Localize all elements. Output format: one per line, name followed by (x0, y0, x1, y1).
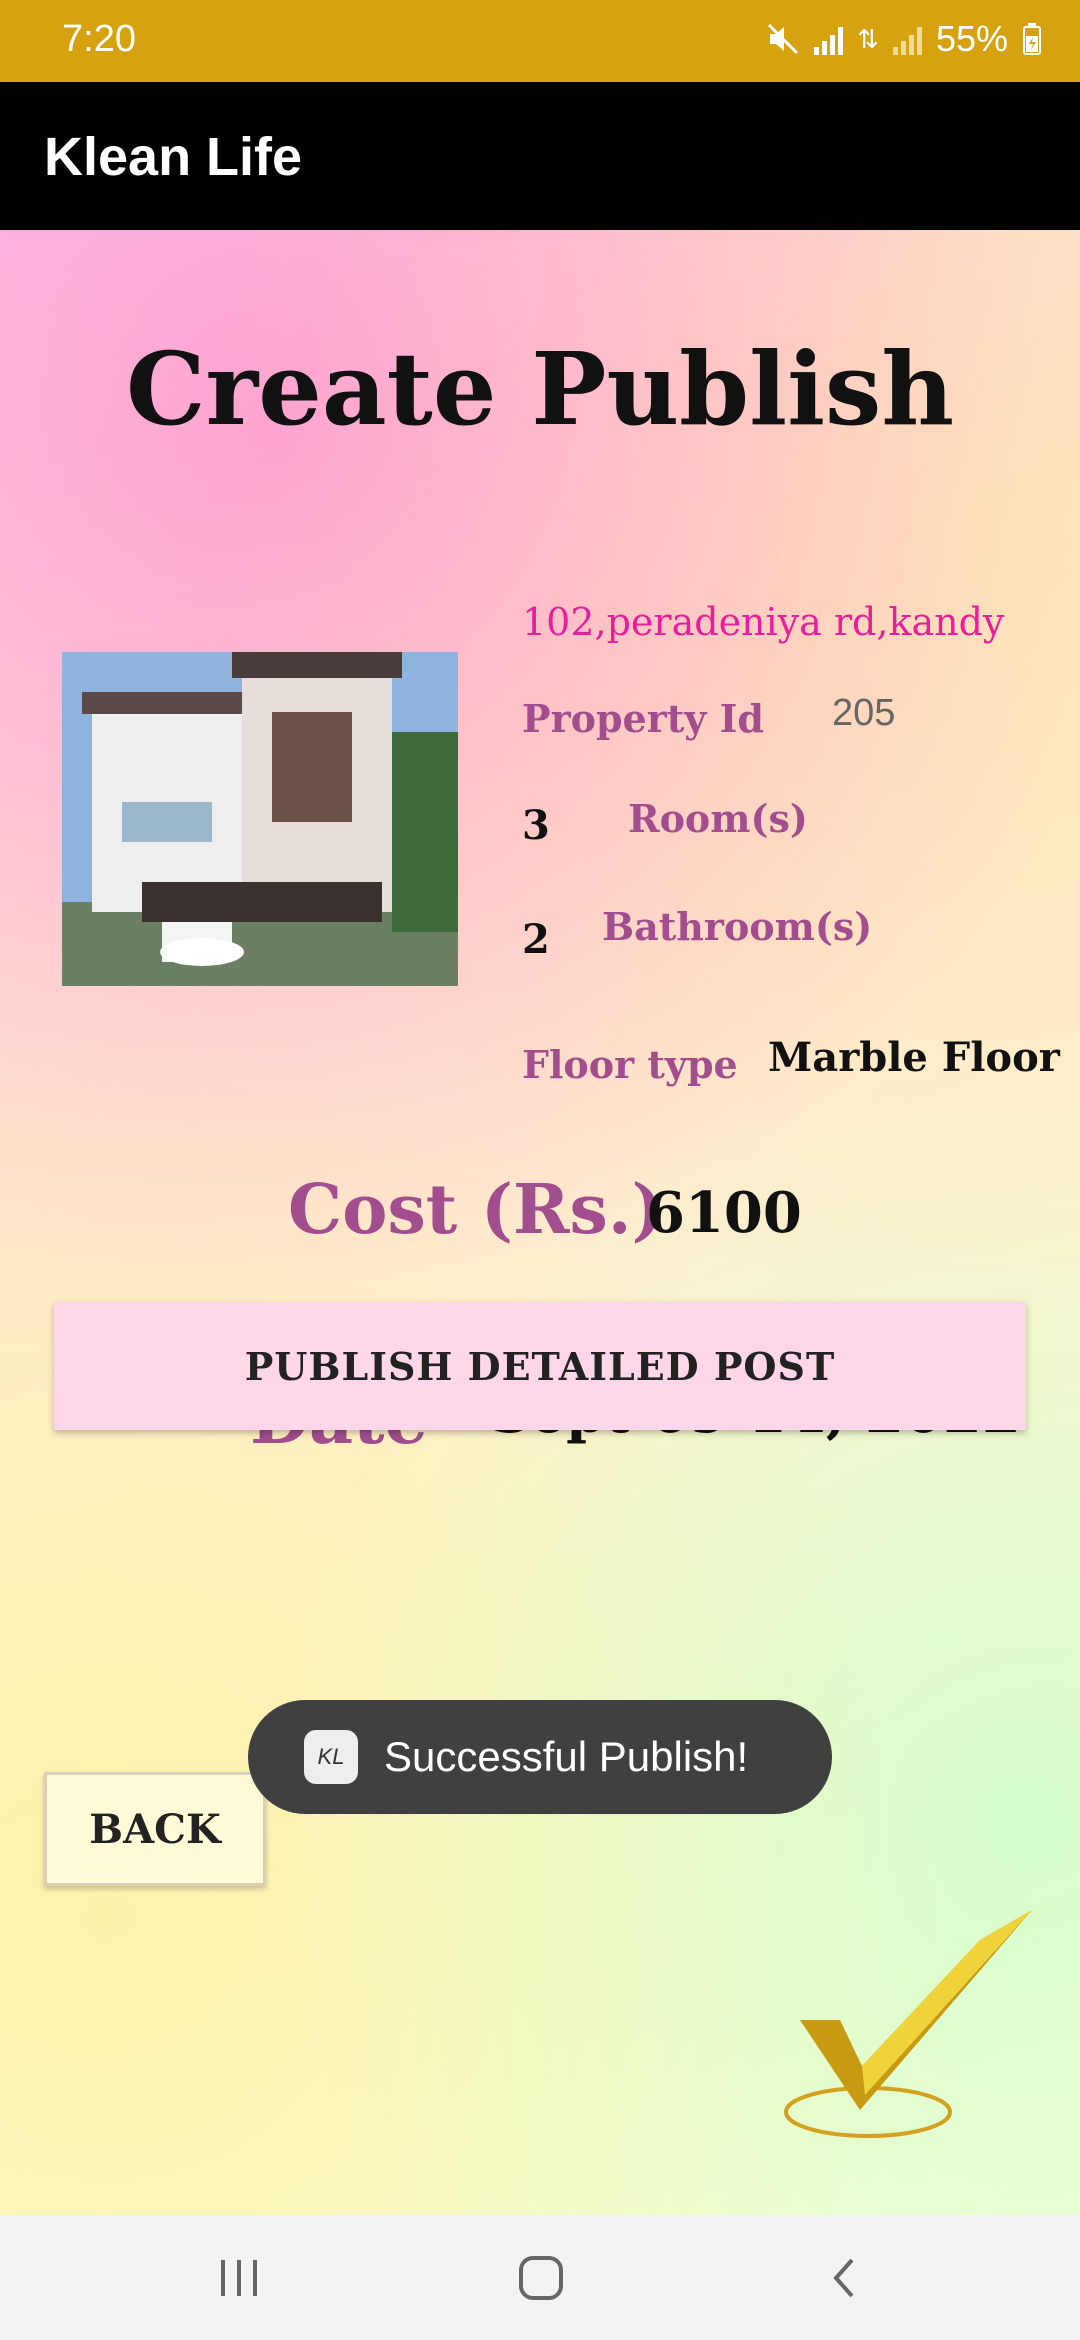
cost-value: 6100 (646, 1180, 802, 1246)
toast-message: KL Successful Publish! (248, 1700, 832, 1814)
checkmark-icon (784, 1910, 1032, 2138)
floor-type-label: Floor type (522, 1042, 738, 1087)
battery-level: 55% (935, 18, 1008, 59)
page-title: Create Publish (125, 330, 955, 448)
rooms-label: Room(s) (628, 796, 808, 841)
status-time: 7:20 (62, 18, 136, 60)
property-id-value: 205 (832, 692, 896, 734)
status-icons: ⇅ 55% (766, 18, 1042, 60)
property-image (62, 652, 458, 986)
bathrooms-label: Bathroom(s) (602, 904, 873, 949)
back-button[interactable]: BACK (44, 1772, 266, 1886)
status-bar: 7:20 ⇅ 55% (0, 0, 1080, 82)
battery-charging-icon (1023, 23, 1041, 55)
app-title: Klean Life (44, 127, 303, 187)
back-nav-icon[interactable] (798, 2245, 888, 2311)
data-transfer-icon: ⇅ (857, 23, 879, 54)
bathrooms-count: 2 (522, 916, 550, 963)
floor-type-value: Marble Floor (768, 1034, 1060, 1081)
create-publish-screen: Create Publish 102,peradeniya rd,kandy P… (0, 230, 1080, 2215)
app-bar: Klean Life (0, 82, 1080, 230)
signal-2-icon (892, 23, 922, 55)
mute-icon (768, 23, 799, 55)
rooms-count: 3 (522, 802, 550, 849)
signal-icon (814, 23, 844, 55)
toast-text: Successful Publish! (384, 1733, 749, 1780)
property-address: 102,peradeniya rd,kandy (522, 600, 1005, 644)
cost-label: Cost (Rs.) (288, 1170, 664, 1250)
system-navigation-bar (0, 2215, 1080, 2340)
app-logo-icon: KL (304, 1730, 358, 1784)
recent-apps-icon[interactable] (194, 2245, 284, 2311)
property-id-label: Property Id (522, 696, 764, 741)
home-icon[interactable] (496, 2245, 586, 2311)
publish-detailed-post-button[interactable]: PUBLISH DETAILED POST (54, 1302, 1026, 1430)
